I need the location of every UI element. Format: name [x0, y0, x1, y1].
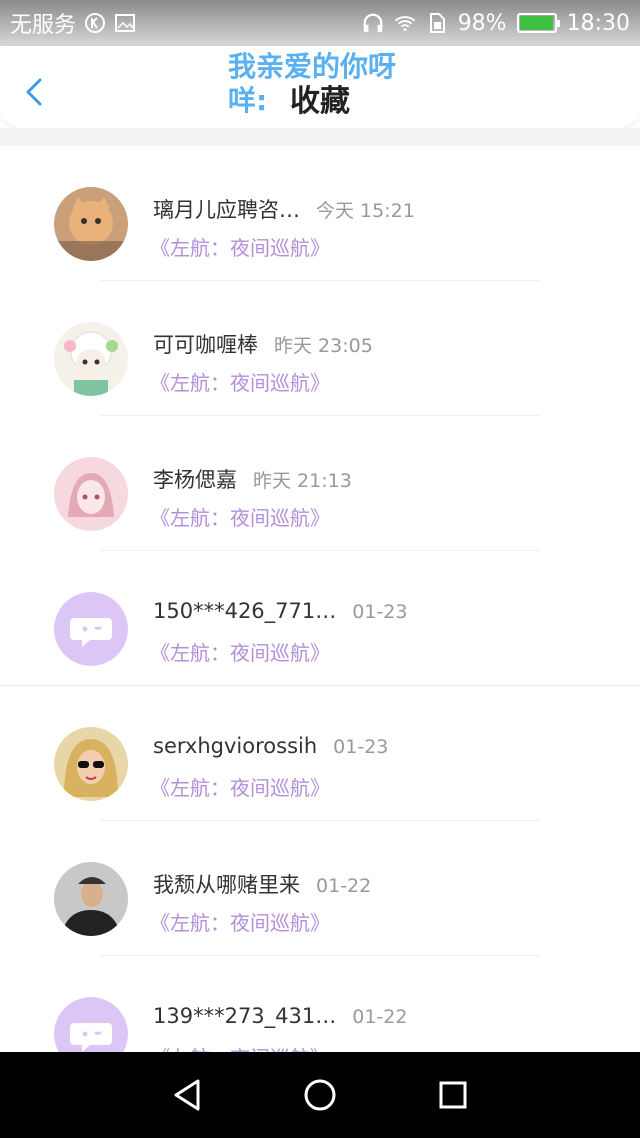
favorite-item[interactable]: serxhgviorossih 01-23 《左航：夜间巡航》 [0, 686, 640, 821]
avatar[interactable] [54, 592, 128, 666]
user-name: 李杨偲嘉 昨天 21:13 [153, 464, 352, 494]
timestamp: 01-23 [333, 736, 389, 758]
user-name: serxhgviorossih 01-23 [153, 734, 388, 758]
favorite-item[interactable]: 李杨偲嘉 昨天 21:13 《左航：夜间巡航》 [0, 416, 640, 551]
carrier-label: 无服务 [10, 13, 77, 38]
triangle-back-icon [174, 1079, 200, 1111]
source-link[interactable]: 《左航：夜间巡航》 [150, 502, 330, 531]
timestamp: 01-22 [316, 875, 372, 897]
avatar[interactable] [54, 862, 128, 936]
battery-icon [516, 13, 560, 33]
square-recents-icon [439, 1081, 467, 1109]
source-link[interactable]: 《左航：夜间巡航》 [150, 367, 330, 396]
user-name: 我颓从哪赌里来 01-22 [153, 869, 371, 899]
user-name: 璃月儿应聘咨… 今天 15:21 [153, 194, 415, 224]
header-separator [0, 128, 640, 146]
clock: 18:30 [566, 10, 630, 36]
favorite-item[interactable]: 139***273_431… 01-22 《左航：夜间巡航》 [0, 956, 640, 1052]
favorite-item[interactable]: 150***426_771… 01-23 《左航：夜间巡航》 [0, 551, 640, 686]
user-name-text: 李杨偲嘉 [153, 468, 237, 492]
user-name: 139***273_431… 01-22 [153, 1004, 407, 1028]
timestamp: 昨天 21:13 [253, 470, 352, 492]
status-bar: 无服务 98% 18:30 [0, 0, 640, 46]
navigation-bar [0, 1052, 640, 1138]
favorite-item[interactable]: 可可咖喱棒 昨天 23:05 《左航：夜间巡航》 [0, 281, 640, 416]
source-link[interactable]: 《左航：夜间巡航》 [150, 232, 330, 261]
user-name-text: serxhgviorossih [153, 734, 318, 758]
favorites-list: 璃月儿应聘咨… 今天 15:21 《左航：夜间巡航》 可可咖喱棒 昨天 23:05 《左航… [0, 146, 640, 1052]
timestamp: 01-23 [352, 601, 408, 623]
source-link[interactable]: 《左航：夜间巡航》 [150, 772, 330, 801]
user-name: 150***426_771… 01-23 [153, 599, 407, 623]
source-link[interactable]: 《左航：夜间巡航》 [150, 907, 330, 936]
wifi-icon [394, 12, 416, 34]
back-nav-button[interactable] [165, 1073, 209, 1117]
avatar[interactable] [54, 727, 128, 801]
back-button[interactable] [18, 72, 54, 112]
user-name-text: 139***273_431… [153, 1004, 337, 1028]
user-name-text: 璃月儿应聘咨… [153, 198, 300, 222]
battery-percent: 98% [457, 10, 507, 36]
avatar[interactable] [54, 997, 128, 1052]
chevron-left-icon [26, 78, 42, 106]
home-nav-button[interactable] [298, 1073, 342, 1117]
avatar[interactable] [54, 322, 128, 396]
favorite-item[interactable]: 我颓从哪赌里来 01-22 《左航：夜间巡航》 [0, 821, 640, 956]
image-icon [114, 12, 136, 34]
overlay-banner-text: 我亲爱的你呀 咩: [228, 50, 397, 117]
user-name-text: 150***426_771… [153, 599, 337, 623]
timestamp: 昨天 23:05 [274, 335, 373, 357]
source-link[interactable]: 《左航：夜间巡航》 [150, 1042, 330, 1052]
user-name-text: 我颓从哪赌里来 [153, 873, 300, 897]
avatar[interactable] [54, 457, 128, 531]
user-name: 可可咖喱棒 昨天 23:05 [153, 329, 373, 359]
header: 收藏 我亲爱的你呀 咩: [0, 46, 640, 128]
circle-home-icon [304, 1079, 336, 1111]
source-link[interactable]: 《左航：夜间巡航》 [150, 637, 330, 666]
favorite-item[interactable]: 璃月儿应聘咨… 今天 15:21 《左航：夜间巡航》 [0, 146, 640, 281]
timestamp: 今天 15:21 [316, 200, 415, 222]
timestamp: 01-22 [352, 1006, 408, 1028]
recents-nav-button[interactable] [431, 1073, 475, 1117]
headphones-icon [362, 12, 384, 34]
sim-icon [426, 12, 448, 34]
user-name-text: 可可咖喱棒 [153, 333, 258, 357]
avatar[interactable] [54, 187, 128, 261]
k-icon [84, 12, 106, 34]
